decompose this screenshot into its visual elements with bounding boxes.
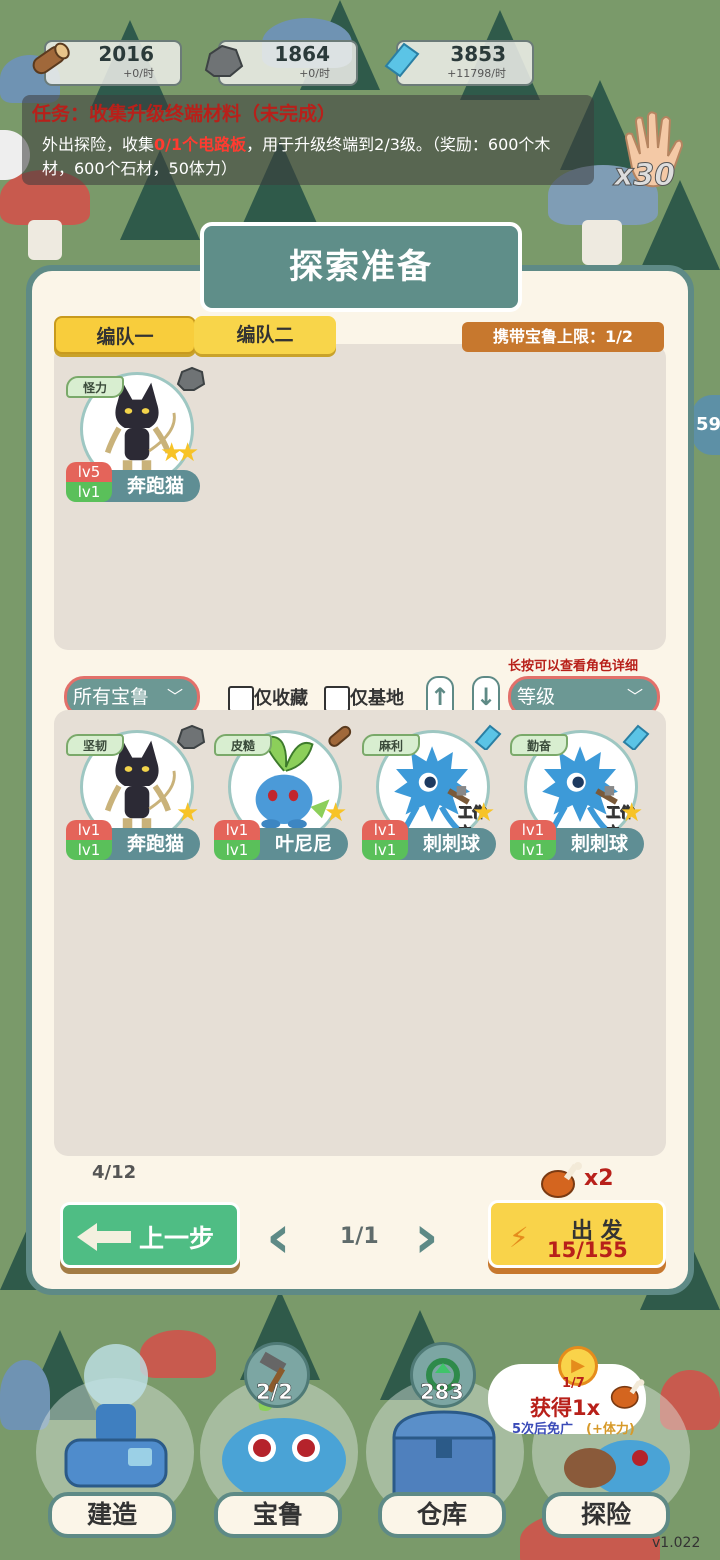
prev-page-chevron-icon[interactable]: ‹ <box>266 1207 291 1267</box>
trait-badge: 坚韧 <box>66 734 124 756</box>
side-widget[interactable]: 59 <box>692 395 720 455</box>
stone-value: 1864 <box>274 42 330 66</box>
depart-button[interactable]: ⚡ 出 发 15/155 <box>488 1200 666 1268</box>
trait-badge: 怪力 <box>66 376 124 398</box>
storage-count: 283 <box>420 1380 464 1405</box>
quest-description: 外出探险，收集0/1个电路板，用于升级终端到2/3级。（奖励：600个木材，60… <box>42 133 582 181</box>
trait-badge: 勤奋 <box>510 734 568 756</box>
ad-stamina-text: (+体力) <box>586 1422 635 1437</box>
base-only-label: 仅基地 <box>350 688 404 709</box>
nav-build[interactable]: 建造 <box>48 1492 176 1538</box>
tab-team-1[interactable]: 编队一 <box>54 316 196 354</box>
star-icon: ★ <box>324 798 348 828</box>
level-badge: lv1 <box>362 820 408 840</box>
base-only-checkbox[interactable] <box>324 686 350 712</box>
sublevel-badge: lv1 <box>214 840 260 860</box>
carry-limit-badge: 携带宝鲁上限：1/2 <box>462 322 664 352</box>
trait-badge: 麻利 <box>362 734 420 756</box>
star-icon: ★ <box>176 798 200 828</box>
level-badge: lv1 <box>510 820 556 840</box>
log-icon <box>328 725 352 747</box>
trait-badge: 皮糙 <box>214 734 272 756</box>
roster-card[interactable]: 坚韧 ★ 奔跑猫 lv1 lv1 <box>66 724 206 864</box>
favorites-checkbox[interactable] <box>228 686 254 712</box>
crystal-counter: 3853 +11798/时 <box>384 40 534 86</box>
page-indicator: 1/1 <box>340 1224 379 1249</box>
stone-counter: 1864 +0/时 <box>204 40 358 86</box>
star-icon: ★ <box>472 798 496 828</box>
quest-desc-highlight: 0/1个电路板 <box>154 135 247 154</box>
nav-storage[interactable]: 仓库 <box>378 1492 506 1538</box>
roster-card[interactable]: 皮糙 ★ 叶尼尼 lv1 lv1 <box>214 724 352 864</box>
star-icon: ★ <box>176 438 200 468</box>
version-label: v1.022 <box>652 1535 701 1551</box>
crystal-icon <box>474 724 502 750</box>
wood-value: 2016 <box>98 42 154 66</box>
roster-card[interactable]: 麻利 工作中 ★ 刺刺球 lv1 lv1 <box>362 724 502 864</box>
sublevel-badge: lv1 <box>510 840 556 860</box>
level-badge: lv1 <box>66 820 112 840</box>
stone-icon <box>176 724 206 749</box>
stone-icon <box>176 366 206 391</box>
log-icon <box>32 42 70 75</box>
sort-selected: 等级 <box>517 686 556 708</box>
star-icon: ★ <box>620 798 644 828</box>
lightning-bolt-icon: ⚡ <box>509 1221 529 1254</box>
sublevel-badge: lv1 <box>66 840 112 860</box>
previous-step-label: 上一步 <box>139 1224 215 1253</box>
meat-count: x2 <box>584 1166 614 1191</box>
sublevel-badge: lv1 <box>66 482 112 502</box>
crystal-icon <box>384 42 420 78</box>
stone-rate: +0/时 <box>299 67 330 80</box>
tab-team-2[interactable]: 编队二 <box>194 316 336 354</box>
nav-explore[interactable]: 探险 <box>542 1492 670 1538</box>
wood-counter: 2016 +0/时 <box>32 40 182 86</box>
build-station-icon <box>64 1344 168 1488</box>
roster-count: 4/12 <box>92 1162 137 1183</box>
nav-creatures[interactable]: 宝鲁 <box>214 1492 342 1538</box>
wood-rate: +0/时 <box>123 67 154 80</box>
crystal-rate: +11798/时 <box>447 67 506 80</box>
ad-progress: 1/7 <box>562 1376 585 1391</box>
long-press-hint: 长按可以查看角色详细 <box>508 659 639 674</box>
favorites-label: 仅收藏 <box>254 688 308 709</box>
quest-panel[interactable]: 任务：收集升级终端材料（未完成） 外出探险，收集0/1个电路板，用于升级终端到2… <box>22 95 594 185</box>
meat-icon <box>610 1379 645 1409</box>
crystal-value: 3853 <box>450 42 506 66</box>
creatures-capacity: 2/2 <box>256 1380 293 1405</box>
team-card[interactable]: 怪力 ★ ★ 奔跑猫 lv5 lv1 <box>66 366 206 506</box>
arrow-left-icon-bar <box>95 1231 131 1243</box>
quest-title: 任务：收集升级终端材料（未完成） <box>32 103 337 125</box>
blue-creature-icon <box>222 1400 346 1500</box>
sublevel-badge: lv1 <box>362 840 408 860</box>
stamina-value: 15/155 <box>547 1238 628 1262</box>
ad-free-text: 5次后免广 <box>512 1422 574 1437</box>
panel-title: 探索准备 <box>200 222 522 312</box>
level-badge: lv5 <box>66 462 112 482</box>
treasure-chest-icon <box>392 1410 496 1496</box>
arrow-left-icon <box>77 1223 97 1251</box>
previous-step-button[interactable]: 上一步 <box>60 1202 240 1268</box>
stone-icon <box>204 44 244 77</box>
quest-desc-pre: 外出探险，收集 <box>42 135 155 154</box>
level-badge: lv1 <box>214 820 260 840</box>
next-page-chevron-icon[interactable]: › <box>414 1207 439 1267</box>
meat-icon <box>541 1162 582 1198</box>
crystal-icon <box>622 724 650 750</box>
category-selected: 所有宝鲁 <box>73 686 150 708</box>
side-widget-number: 59 <box>696 414 720 435</box>
hand-count: x30 <box>613 158 676 194</box>
roster-card[interactable]: 勤奋 工作中 ★ 刺刺球 lv1 lv1 <box>510 724 650 864</box>
